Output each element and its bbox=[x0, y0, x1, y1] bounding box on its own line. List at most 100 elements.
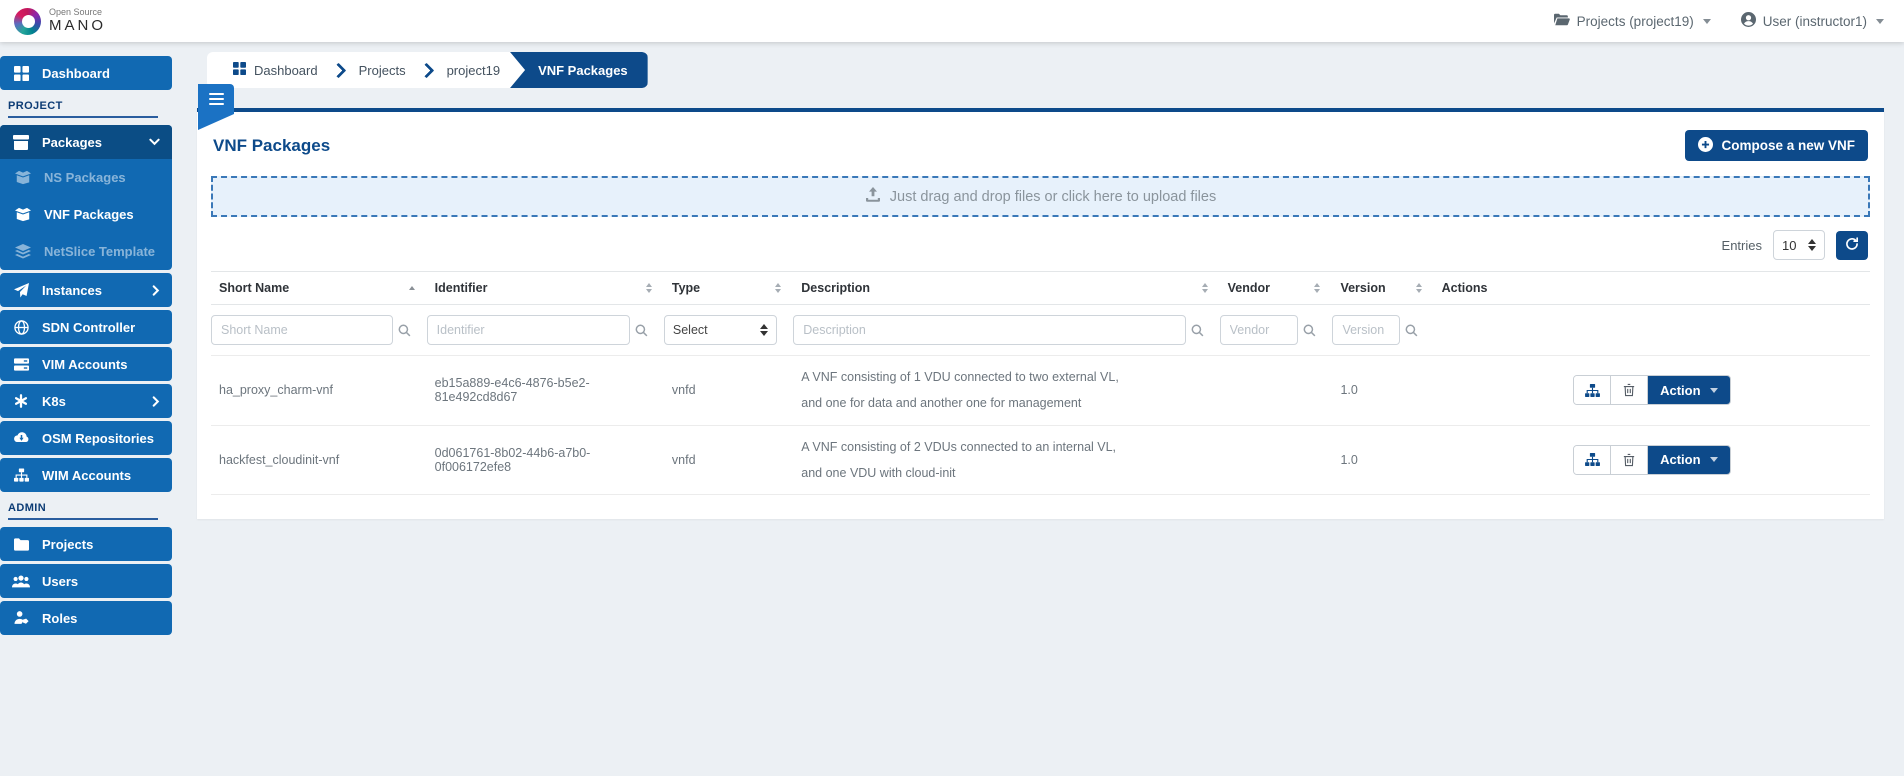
osm-logo: Open Source MANO bbox=[14, 8, 106, 35]
cell-vendor bbox=[1220, 425, 1333, 495]
caret-down-icon bbox=[1710, 388, 1718, 393]
box-open-icon bbox=[14, 207, 32, 222]
caret-down-icon bbox=[1876, 19, 1884, 24]
plus-circle-icon bbox=[1698, 137, 1713, 155]
breadcrumb-dashboard[interactable]: Dashboard bbox=[219, 62, 332, 78]
column-vendor[interactable]: Vendor bbox=[1220, 272, 1333, 305]
sidebar-item-projects[interactable]: Projects bbox=[0, 527, 172, 561]
sidebar-item-label: Dashboard bbox=[42, 66, 110, 81]
sidebar-item-label: Users bbox=[42, 574, 78, 589]
filter-identifier-input[interactable] bbox=[427, 315, 630, 345]
topology-button[interactable] bbox=[1574, 446, 1611, 474]
table-header-row: Short Name Identifier Type Description V… bbox=[211, 272, 1870, 305]
chevron-right-icon bbox=[152, 285, 160, 296]
caret-down-icon bbox=[1710, 457, 1718, 462]
folder-icon bbox=[12, 538, 30, 551]
sidebar-item-wim-accounts[interactable]: WIM Accounts bbox=[0, 458, 172, 492]
sort-icon bbox=[775, 283, 781, 293]
compose-new-vnf-button[interactable]: Compose a new VNF bbox=[1685, 130, 1868, 161]
layers-icon bbox=[14, 244, 32, 260]
column-short-name[interactable]: Short Name bbox=[211, 272, 427, 305]
projects-dropdown[interactable]: Projects (project19) bbox=[1554, 13, 1711, 29]
cloud-download-icon bbox=[12, 431, 30, 445]
cell-description: A VNF consisting of 2 VDUs connected to … bbox=[793, 425, 1219, 495]
user-circle-icon bbox=[1741, 12, 1756, 30]
grid-icon bbox=[12, 66, 30, 81]
sidebar-item-osm-repositories[interactable]: OSM Repositories bbox=[0, 421, 172, 455]
sidebar-item-roles[interactable]: Roles bbox=[0, 601, 172, 635]
chevron-right-icon bbox=[152, 396, 160, 407]
sidebar-item-k8s[interactable]: K8s bbox=[0, 384, 172, 418]
sidebar-item-label: WIM Accounts bbox=[42, 468, 131, 483]
sort-asc-icon bbox=[409, 286, 415, 290]
search-icon[interactable] bbox=[1303, 324, 1316, 337]
sort-icon bbox=[646, 283, 652, 293]
column-description[interactable]: Description bbox=[793, 272, 1219, 305]
sidebar-item-label: Instances bbox=[42, 283, 102, 298]
sidebar-item-ns-packages[interactable]: NS Packages bbox=[0, 159, 172, 196]
sidebar-item-sdn-controller[interactable]: SDN Controller bbox=[0, 310, 172, 344]
sidebar-toggle[interactable] bbox=[198, 84, 234, 114]
sidebar-item-label: VIM Accounts bbox=[42, 357, 127, 372]
vnf-packages-table: Short Name Identifier Type Description V… bbox=[211, 271, 1870, 495]
sitemap-icon bbox=[12, 468, 30, 482]
sidebar-group-packages: Packages NS Packages VNF Packages bbox=[0, 125, 172, 270]
sidebar-item-users[interactable]: Users bbox=[0, 564, 172, 598]
sidebar-item-netslice-template[interactable]: NetSlice Template bbox=[0, 233, 172, 270]
paper-plane-icon bbox=[12, 283, 30, 298]
action-dropdown-button[interactable]: Action bbox=[1648, 446, 1729, 474]
refresh-button[interactable] bbox=[1836, 231, 1868, 260]
sidebar-item-label: K8s bbox=[42, 394, 66, 409]
filter-type-select[interactable]: Select bbox=[664, 315, 777, 345]
search-icon[interactable] bbox=[398, 324, 411, 337]
sidebar: Dashboard PROJECT Packages NS Packages bbox=[0, 42, 172, 776]
archive-box-icon bbox=[12, 134, 30, 150]
filter-short-name-input[interactable] bbox=[211, 315, 393, 345]
users-icon bbox=[12, 575, 30, 588]
sidebar-item-packages[interactable]: Packages bbox=[0, 125, 172, 159]
grid-icon bbox=[233, 62, 246, 78]
column-actions: Actions bbox=[1434, 272, 1870, 305]
filter-vendor-input[interactable] bbox=[1220, 315, 1299, 345]
projects-dropdown-label: Projects (project19) bbox=[1577, 14, 1694, 29]
page-title: VNF Packages bbox=[213, 136, 330, 156]
column-version[interactable]: Version bbox=[1332, 272, 1433, 305]
chevron-down-icon bbox=[149, 138, 160, 146]
sidebar-item-label: VNF Packages bbox=[44, 207, 134, 222]
file-dropzone[interactable]: Just drag and drop files or click here t… bbox=[211, 176, 1870, 217]
globe-icon bbox=[12, 320, 30, 335]
entries-select[interactable]: 10 bbox=[1773, 230, 1825, 260]
filter-version-input[interactable] bbox=[1332, 315, 1399, 345]
sidebar-item-vnf-packages[interactable]: VNF Packages bbox=[0, 196, 172, 233]
cell-vendor bbox=[1220, 356, 1333, 426]
filter-description-input[interactable] bbox=[793, 315, 1185, 345]
vnf-packages-card: VNF Packages Compose a new VNF Just drag… bbox=[197, 108, 1884, 519]
cell-short-name: ha_proxy_charm-vnf bbox=[211, 356, 427, 426]
cell-type: vnfd bbox=[664, 356, 793, 426]
topology-button[interactable] bbox=[1574, 376, 1611, 404]
table-row: ha_proxy_charm-vnf eb15a889-e4c6-4876-b5… bbox=[211, 356, 1870, 426]
user-dropdown[interactable]: User (instructor1) bbox=[1741, 12, 1884, 30]
column-type[interactable]: Type bbox=[664, 272, 793, 305]
breadcrumb-current: VNF Packages bbox=[510, 52, 648, 88]
breadcrumb-project19[interactable]: project19 bbox=[433, 63, 514, 78]
search-icon[interactable] bbox=[635, 324, 648, 337]
delete-button[interactable] bbox=[1611, 446, 1648, 474]
sidebar-item-label: NetSlice Template bbox=[44, 244, 155, 259]
mano-logo-icon bbox=[14, 8, 41, 35]
cell-actions: Action bbox=[1434, 425, 1870, 495]
sidebar-item-label: Projects bbox=[42, 537, 93, 552]
table-row: hackfest_cloudinit-vnf 0d061761-8b02-44b… bbox=[211, 425, 1870, 495]
caret-down-icon bbox=[1703, 19, 1711, 24]
sidebar-item-instances[interactable]: Instances bbox=[0, 273, 172, 307]
column-identifier[interactable]: Identifier bbox=[427, 272, 664, 305]
delete-button[interactable] bbox=[1611, 376, 1648, 404]
breadcrumb: Dashboard Projects project19 VNF Package… bbox=[207, 52, 648, 88]
action-dropdown-button[interactable]: Action bbox=[1648, 376, 1729, 404]
sidebar-item-vim-accounts[interactable]: VIM Accounts bbox=[0, 347, 172, 381]
search-icon[interactable] bbox=[1191, 324, 1204, 337]
sidebar-item-dashboard[interactable]: Dashboard bbox=[0, 56, 172, 90]
search-icon[interactable] bbox=[1405, 324, 1418, 337]
breadcrumb-projects[interactable]: Projects bbox=[345, 63, 420, 78]
select-carets-icon bbox=[1808, 239, 1816, 251]
